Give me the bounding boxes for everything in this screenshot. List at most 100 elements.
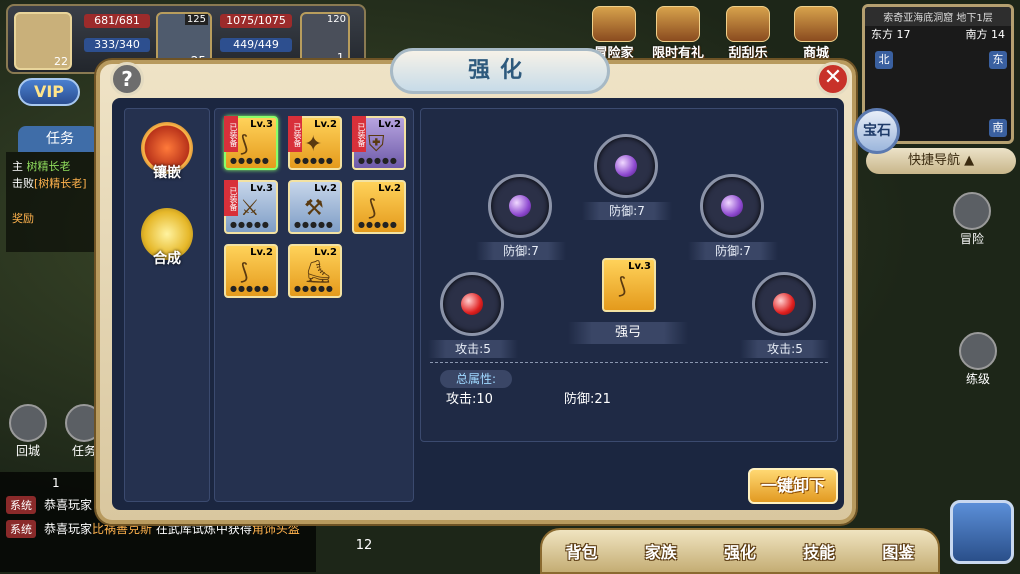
gem-tab[interactable]: 宝石: [854, 108, 900, 154]
equipment-icon: ⛸: [304, 260, 332, 285]
equipment-icon: ⚔: [240, 196, 260, 221]
socket-attribute: 防御:7: [582, 202, 672, 220]
bottom-menu: 背包 家族 强化 技能 图鉴: [540, 528, 940, 574]
top-icon-shop[interactable]: 商城: [786, 6, 846, 64]
item-level: Lv.3: [250, 183, 273, 194]
purple-gem-icon: [721, 195, 743, 217]
pet-hp-bar: 1075/1075: [220, 14, 292, 28]
inventory-item[interactable]: ⟆ Lv.2 ●●●●●: [352, 180, 406, 234]
enhance-button[interactable]: 强化: [724, 539, 756, 563]
equipment-icon: ⟆: [368, 196, 377, 221]
total-defense: 防御:21: [564, 392, 611, 407]
gem-socket[interactable]: [752, 272, 816, 336]
socket-attribute: 防御:7: [476, 242, 566, 260]
chat-item-link[interactable]: 角饰头盔: [252, 522, 300, 536]
equipment-icon: ⛨: [368, 132, 385, 157]
chat-player-name[interactable]: 比祸善克斯: [92, 522, 152, 536]
inventory-item[interactable]: ⛨ Lv.2 ●●●●● 已装备: [352, 116, 406, 170]
chat-tag: 系统: [6, 496, 36, 514]
quick-nav-button[interactable]: 快捷导航 ▲: [866, 148, 1016, 174]
selected-item-slot[interactable]: Lv.3 ⟆: [602, 258, 656, 312]
top-icon-gift[interactable]: 限时有礼: [648, 6, 708, 64]
socket-dots: ●●●●●: [358, 156, 398, 165]
practice-button[interactable]: 练级: [956, 332, 1000, 387]
equipped-tag: 已装备: [352, 116, 366, 152]
socket-dots: ●●●●●: [294, 220, 334, 229]
bow-icon: ⟆: [618, 274, 627, 299]
inventory-item[interactable]: ⛸ Lv.2 ●●●●●: [288, 244, 342, 298]
task-target: [树精长老]: [34, 177, 87, 190]
item-level: Lv.2: [314, 119, 337, 130]
return-city-button[interactable]: 回城: [6, 404, 50, 459]
inventory-item[interactable]: ⚒ Lv.2 ●●●●●: [288, 180, 342, 234]
gem-socket[interactable]: [594, 134, 658, 198]
inventory-item[interactable]: ⟆ Lv.2 ●●●●●: [224, 244, 278, 298]
total-attack: 攻击:10: [446, 392, 493, 407]
castle-icon: [953, 192, 991, 230]
red-gem-icon: [461, 293, 483, 315]
chevron-up-icon: ▲: [964, 153, 975, 168]
item-level: Lv.2: [314, 183, 337, 194]
inventory-item[interactable]: ⟆ Lv.3 ●●●●● 已装备: [224, 116, 278, 170]
mount-avatar[interactable]: 120 1: [300, 12, 350, 66]
vip-button[interactable]: VIP: [18, 78, 80, 106]
socket-dots: ●●●●●: [230, 156, 270, 165]
equipped-tag: 已装备: [288, 116, 302, 152]
unload-all-button[interactable]: 一键卸下: [748, 468, 838, 504]
task-box[interactable]: 主 树精长老 击败[树精长老] 奖励: [6, 152, 106, 252]
top-icon-scratch[interactable]: 刮刮乐: [718, 6, 778, 64]
task-desc-prefix: 击败: [12, 177, 34, 190]
bag-button[interactable]: 背包: [566, 539, 598, 563]
socket-dots: ●●●●●: [294, 284, 334, 293]
minimap-south-coord: 南方 14: [965, 28, 1006, 41]
shop-icon: [794, 6, 838, 42]
player-level: 22: [54, 55, 68, 68]
gem-socket[interactable]: [440, 272, 504, 336]
practice-icon: [959, 332, 997, 370]
task-tab[interactable]: 任务: [18, 126, 98, 152]
gem-socket[interactable]: [488, 174, 552, 238]
player-avatar[interactable]: 22: [14, 12, 72, 70]
task-title: 树精长老: [26, 160, 71, 173]
dialog-title: 强化: [390, 48, 610, 94]
inventory-item[interactable]: ✦ Lv.2 ●●●●● 已装备: [288, 116, 342, 170]
gem-socket[interactable]: [700, 174, 764, 238]
equipment-icon: ⟆: [240, 260, 249, 285]
equipped-tag: 已装备: [224, 116, 238, 152]
equipped-tag: 已装备: [224, 180, 238, 216]
adventure-button[interactable]: 冒险: [950, 192, 994, 247]
item-level: Lv.3: [250, 119, 273, 130]
purple-gem-icon: [509, 195, 531, 217]
bottom-counter: 12: [355, 538, 373, 553]
selected-item-level: Lv.3: [628, 261, 651, 272]
player-mp-bar: 333/340: [84, 38, 150, 52]
mount-top-level: 120: [326, 14, 346, 25]
socket-attribute: 攻击:5: [428, 340, 518, 358]
player-hp-bar: 681/681: [84, 14, 150, 28]
chat-text: 恭喜玩家: [44, 498, 93, 512]
close-button[interactable]: ✕: [816, 62, 850, 96]
red-gem-icon: [773, 293, 795, 315]
socket-dots: ●●●●●: [230, 220, 270, 229]
codex-button[interactable]: 图鉴: [882, 539, 914, 563]
minimap-east: 东: [989, 51, 1007, 69]
help-button[interactable]: ?: [110, 62, 144, 96]
mode-synthesis[interactable]: 合成: [134, 208, 200, 278]
minimap-south: 南: [989, 119, 1007, 137]
family-button[interactable]: 家族: [645, 539, 677, 563]
chat-text: 恭喜玩家: [44, 522, 93, 536]
purple-gem-icon: [615, 155, 637, 177]
minimap-north: 北: [875, 51, 893, 69]
equipment-icon: ✦: [304, 132, 323, 157]
adventurer-icon: [592, 6, 636, 42]
item-level: Lv.2: [314, 247, 337, 258]
item-level: Lv.2: [378, 119, 401, 130]
quick-nav-label: 快捷导航: [908, 153, 961, 168]
pet-top-level: 125: [184, 14, 208, 25]
inventory-item[interactable]: ⚔ Lv.3 ●●●●● 已装备: [224, 180, 278, 234]
mode-inlay[interactable]: 镶嵌: [134, 122, 200, 192]
scratch-icon: [726, 6, 770, 42]
settings-button[interactable]: [950, 500, 1014, 564]
socket-dots: ●●●●●: [294, 156, 334, 165]
skill-button[interactable]: 技能: [803, 539, 835, 563]
